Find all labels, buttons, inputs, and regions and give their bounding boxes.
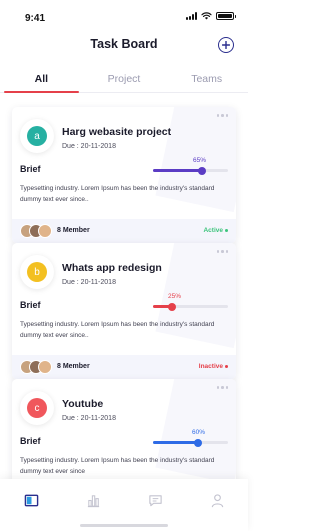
tab-all[interactable]: All [0,63,83,93]
project-description: Typesetting industry. Lorem Ipsum has be… [20,185,215,203]
project-description: Typesetting industry. Lorem Ipsum has be… [20,457,215,475]
chart-icon [87,495,99,508]
progress-knob [168,302,176,311]
card-footer: 8 Member Active [12,219,236,243]
nav-board[interactable] [0,479,62,531]
progress-percent: 65% [193,157,207,164]
progress-percent: 60% [192,429,206,436]
battery-icon [216,12,236,20]
project-title: Youtube [62,398,104,410]
header: Task Board [0,34,248,58]
progress-knob [194,438,202,447]
due-date: Due : 20-11-2018 [62,415,116,422]
tab-bar: All Project Teams [0,63,248,93]
progress-knob [198,166,206,175]
profile-icon [211,494,223,508]
project-avatar: a [20,119,54,153]
plus-icon [222,41,230,49]
project-avatar: c [20,391,54,425]
project-title: Whats app redesign [62,262,162,274]
project-letter: a [27,126,47,146]
project-letter: c [27,398,47,418]
status-icons [186,12,236,20]
project-avatar: b [20,255,54,289]
member-avatars [20,224,52,238]
progress-bar [153,302,228,311]
status-time: 9:41 [25,13,46,24]
bottom-nav [0,479,248,531]
home-indicator [80,524,168,527]
brief-label: Brief [20,300,41,310]
progress-percent: 25% [168,293,182,300]
more-options-icon[interactable] [216,386,228,389]
nav-profile[interactable] [186,479,248,531]
member-avatars [20,360,52,374]
tab-teams[interactable]: Teams [165,63,248,92]
more-options-icon[interactable] [216,250,228,253]
due-date: Due : 20-11-2018 [62,143,116,150]
progress-bar [153,438,228,447]
tab-project[interactable]: Project [83,63,166,92]
board-icon [24,494,38,507]
status-bar: 9:41 [0,0,248,34]
status-badge: Active [203,227,228,234]
project-title: Harg webasite project [62,126,172,138]
add-task-button[interactable] [218,37,234,53]
progress-bar [153,166,228,175]
card-footer: 8 Member Inactive [12,355,236,379]
member-count: 8 Member [57,227,90,234]
brief-label: Brief [20,436,41,446]
signal-icon [186,12,197,20]
project-letter: b [27,262,47,282]
task-card[interactable]: b Whats app redesign Due : 20-11-2018 Br… [12,243,236,379]
more-options-icon[interactable] [216,114,228,117]
page-title: Task Board [90,37,158,51]
member-count: 8 Member [57,363,90,370]
task-card[interactable]: a Harg webasite project Due : 20-11-2018… [12,107,236,243]
status-badge: Inactive [199,363,228,370]
chat-icon [148,495,162,507]
project-description: Typesetting industry. Lorem Ipsum has be… [20,321,215,339]
due-date: Due : 20-11-2018 [62,279,116,286]
wifi-icon [201,12,212,20]
brief-label: Brief [20,164,41,174]
